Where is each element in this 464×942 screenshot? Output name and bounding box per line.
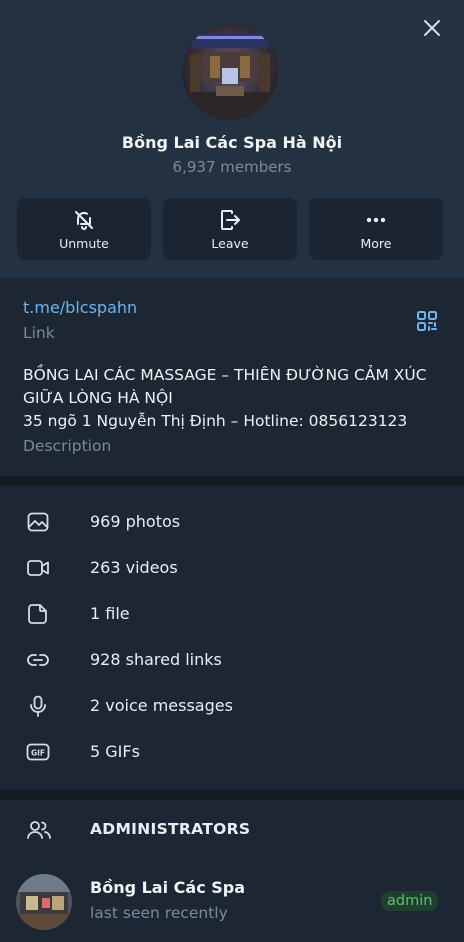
media-voice[interactable]: 2 voice messages [0, 683, 464, 729]
close-icon [424, 20, 440, 36]
admin-badge: admin [381, 891, 439, 911]
link-label: Link [23, 324, 55, 342]
media-files-label: 1 file [90, 604, 130, 623]
media-photos-label: 969 photos [90, 512, 181, 531]
gif-icon: GIF [26, 740, 50, 764]
file-icon [26, 602, 50, 626]
section-divider [0, 476, 464, 486]
qr-code-icon [417, 311, 437, 331]
bell-off-icon [72, 208, 96, 232]
media-gifs-label: 5 GIFs [90, 742, 140, 761]
administrators-heading: ADMINISTRATORS [90, 820, 251, 838]
qr-code-button[interactable] [415, 309, 439, 333]
media-videos[interactable]: 263 videos [0, 545, 464, 591]
group-name: Bồng Lai Các Spa Hà Nội [121, 133, 343, 152]
leave-label: Leave [211, 236, 249, 251]
link-icon [26, 648, 50, 672]
microphone-icon [26, 694, 50, 718]
svg-text:GIF: GIF [31, 749, 45, 758]
users-icon [26, 818, 52, 842]
admin-status: last seen recently [90, 904, 228, 922]
member-count: 6,937 members [172, 158, 292, 176]
admin-name: Bồng Lai Các Spa [90, 878, 246, 897]
close-button[interactable] [420, 16, 444, 40]
admin-list-item[interactable]: Bồng Lai Các Spa last seen recently admi… [0, 866, 464, 936]
media-gifs[interactable]: GIF 5 GIFs [0, 729, 464, 775]
video-icon [26, 556, 50, 580]
section-divider [0, 790, 464, 800]
description-label: Description [23, 437, 112, 455]
media-links[interactable]: 928 shared links [0, 637, 464, 683]
description-line: BỒNG LAI CÁC MASSAGE – THIÊN ĐƯỜNG CẢM X… [23, 366, 427, 384]
description-line: GIỮA LÒNG HÀ NỘI [23, 389, 173, 407]
group-avatar[interactable] [182, 24, 278, 120]
photo-icon [26, 510, 50, 534]
media-photos[interactable]: 969 photos [0, 499, 464, 545]
media-links-label: 928 shared links [90, 650, 222, 669]
media-voice-label: 2 voice messages [90, 696, 233, 715]
more-label: More [360, 236, 392, 251]
media-files[interactable]: 1 file [0, 591, 464, 637]
media-videos-label: 263 videos [90, 558, 178, 577]
description-line: 35 ngõ 1 Nguyễn Thị Định – Hotline: 0856… [23, 412, 408, 430]
unmute-button[interactable]: Unmute [17, 198, 151, 260]
leave-button[interactable]: Leave [163, 198, 297, 260]
invite-link[interactable]: t.me/blcspahn [23, 298, 137, 317]
avatar [16, 874, 72, 930]
more-dots-icon [364, 208, 388, 232]
unmute-label: Unmute [59, 236, 109, 251]
profile-header: Bồng Lai Các Spa Hà Nội 6,937 members Un… [0, 0, 464, 278]
leave-icon [218, 208, 242, 232]
more-button[interactable]: More [309, 198, 443, 260]
